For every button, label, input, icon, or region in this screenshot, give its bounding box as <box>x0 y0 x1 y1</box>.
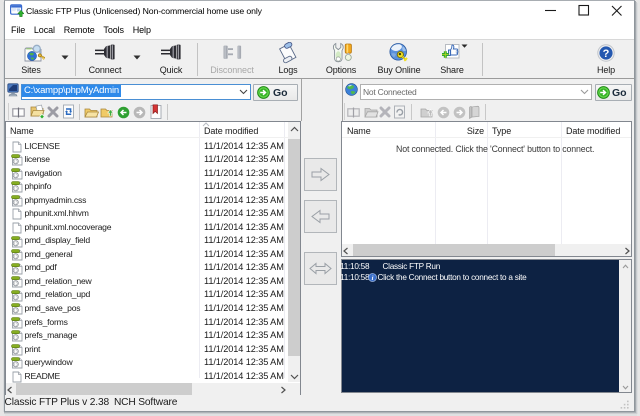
svg-text:〈〉: 〈〉 <box>12 254 20 259</box>
svg-text:〈〉: 〈〉 <box>12 267 20 272</box>
svg-text:〈〉: 〈〉 <box>12 200 20 205</box>
svg-text:〈〉: 〈〉 <box>12 322 20 327</box>
svg-text:〈〉: 〈〉 <box>12 349 20 354</box>
svg-text:〈〉: 〈〉 <box>12 335 20 340</box>
svg-text:〈〉: 〈〉 <box>12 281 20 286</box>
svg-text:〈〉: 〈〉 <box>12 159 20 164</box>
svg-text:〈〉: 〈〉 <box>12 308 20 313</box>
svg-text:〈〉: 〈〉 <box>12 240 20 245</box>
svg-text:?: ? <box>603 48 610 60</box>
svg-text:i: i <box>371 275 373 282</box>
svg-text:〈〉: 〈〉 <box>12 186 20 191</box>
svg-text:〈〉: 〈〉 <box>12 295 20 300</box>
svg-text:〈〉: 〈〉 <box>12 362 20 367</box>
svg-text:〈〉: 〈〉 <box>12 173 20 178</box>
